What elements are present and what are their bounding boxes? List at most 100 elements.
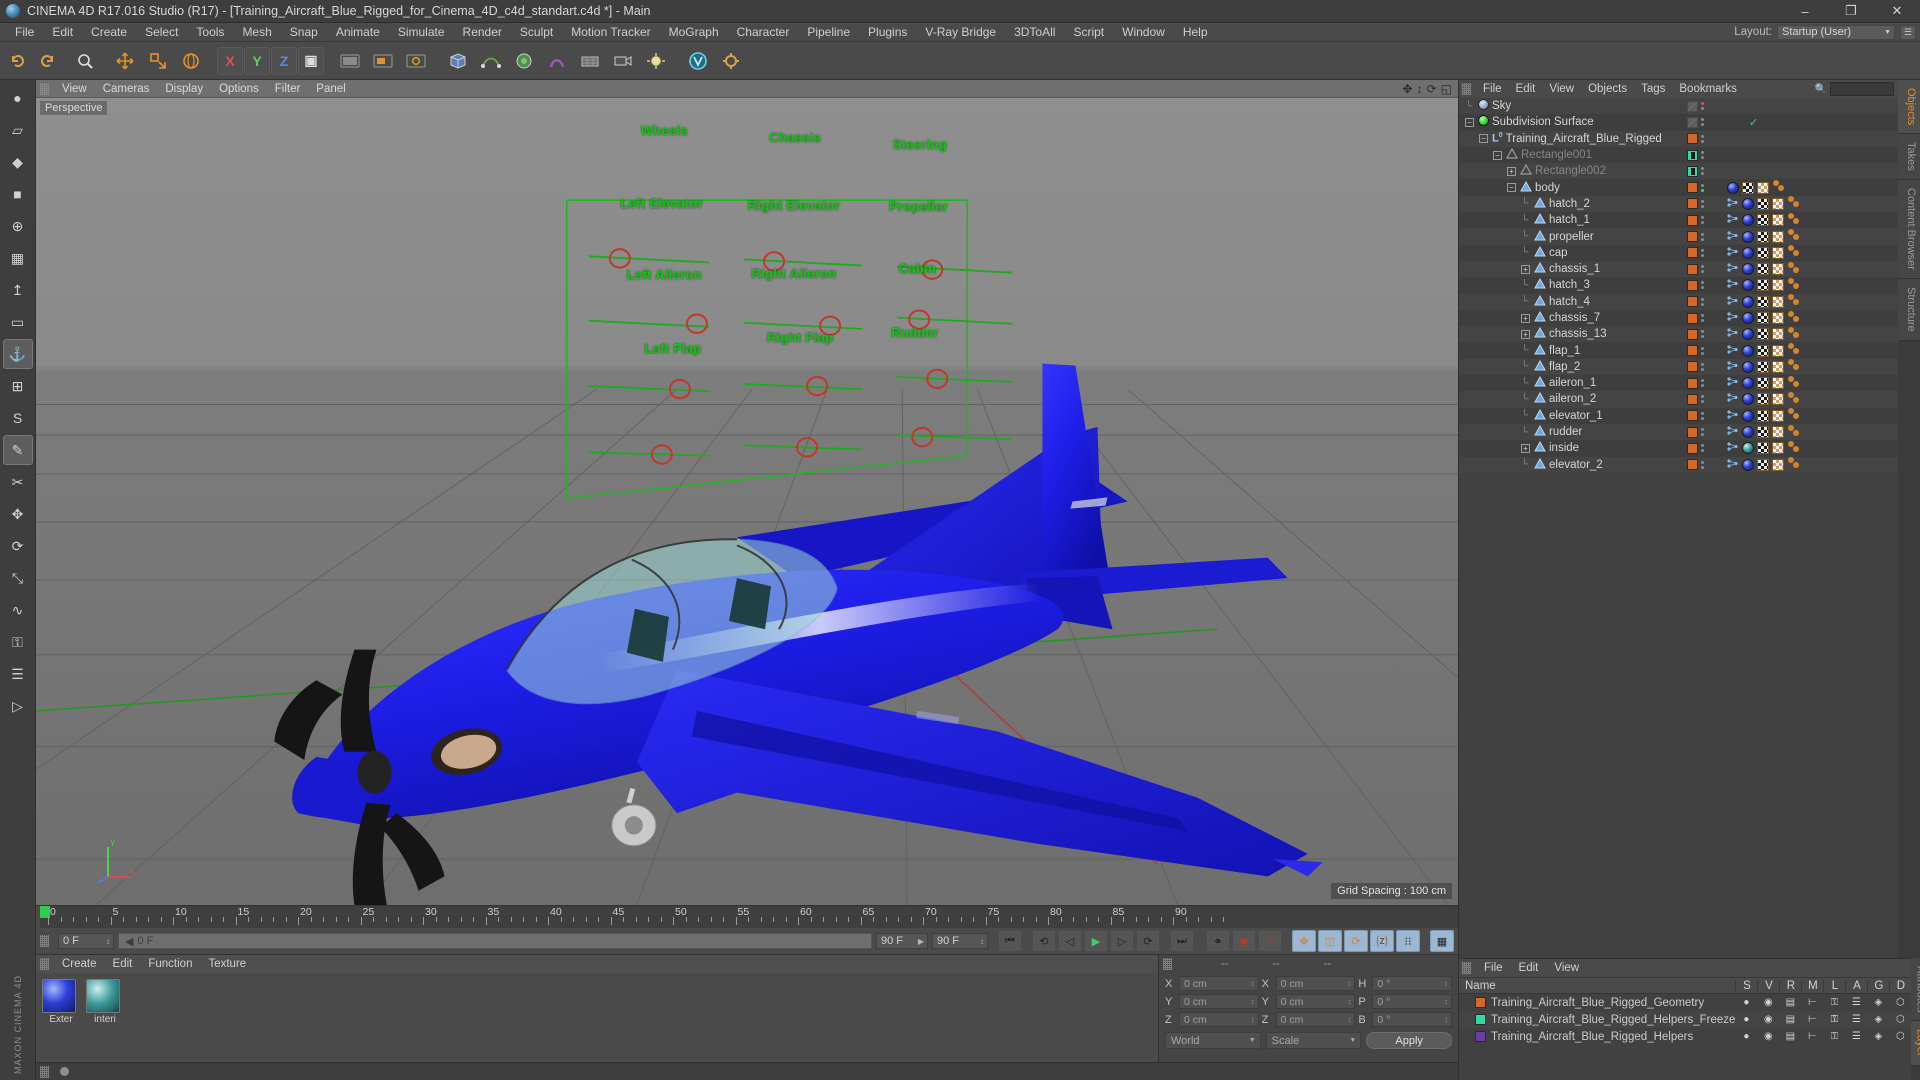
material-menu-texture[interactable]: Texture — [200, 958, 254, 970]
visibility-dots[interactable] — [1701, 102, 1704, 111]
texture-tag-icon[interactable] — [1772, 328, 1784, 341]
material-tag-icon[interactable] — [1742, 279, 1754, 292]
object-tag-group[interactable] — [1687, 149, 1704, 161]
panel-grip-icon[interactable] — [40, 1065, 49, 1078]
coordinate-space-dropdown[interactable]: World ▼ — [1165, 1032, 1261, 1049]
spinner-icon[interactable]: ↕ — [1444, 979, 1448, 988]
menu-item-script[interactable]: Script — [1064, 23, 1113, 42]
texture-tag-icon[interactable] — [1772, 197, 1784, 210]
uvw-tag-icon[interactable] — [1757, 197, 1769, 210]
point-cluster-icon[interactable] — [1727, 458, 1739, 472]
material-tag-icon[interactable] — [1742, 458, 1754, 471]
material-list[interactable]: Exter interi — [36, 973, 1158, 1062]
menu-item-create[interactable]: Create — [82, 23, 136, 42]
uvw-tag-icon[interactable] — [1757, 295, 1769, 308]
object-material-tags[interactable] — [1727, 408, 1801, 423]
selection-tag-icon[interactable] — [1772, 180, 1786, 195]
bend-deformer-button[interactable] — [541, 46, 573, 76]
loop-button[interactable]: ⟳ — [1136, 930, 1160, 952]
layer-toggle-d[interactable]: ⬡ — [1889, 1014, 1911, 1025]
timeline-ruler[interactable]: 0 5 10 15 20 25 30 35 40 45 50 55 60 65 70 75 80 85 90 — [40, 906, 1458, 928]
current-frame-field[interactable]: 0 F ↕ — [58, 933, 114, 949]
selection-tag-icon[interactable] — [1787, 326, 1801, 342]
menu-item-edit[interactable]: Edit — [43, 23, 82, 42]
apply-button[interactable]: Apply — [1366, 1032, 1453, 1049]
size-z-field[interactable]: 0 cm ↕ — [1275, 1012, 1356, 1027]
layer-color-tag[interactable] — [1687, 133, 1698, 145]
om-menu-file[interactable]: File — [1476, 83, 1509, 95]
object-tag-group[interactable] — [1687, 361, 1704, 373]
axis-lock-x[interactable]: X — [217, 46, 243, 75]
material-tag-icon[interactable] — [1742, 230, 1754, 243]
object-material-tags[interactable] — [1727, 391, 1801, 407]
expand-icon[interactable]: + — [1521, 329, 1530, 339]
minimize-button[interactable]: – — [1782, 0, 1828, 23]
layer-toggle-a[interactable]: ☰ — [1845, 1031, 1867, 1042]
viewport-pan-icon[interactable]: ✥ — [1403, 82, 1413, 96]
uvw-tag-icon[interactable] — [1757, 230, 1769, 243]
expand-icon[interactable]: + — [1521, 443, 1530, 453]
material-tag-icon[interactable] — [1742, 393, 1754, 406]
goto-end-button[interactable]: ⏭ — [1170, 930, 1194, 952]
object-row[interactable]: − Subdivision Surface ✓ — [1459, 114, 1898, 131]
spinner-icon[interactable]: ↕ — [1347, 979, 1351, 988]
layer-toggle-s[interactable]: ● — [1735, 1014, 1757, 1025]
panel-grip-icon[interactable] — [40, 82, 49, 95]
tool-snap-settings[interactable]: ⚓ — [2, 339, 33, 369]
object-material-tags[interactable] — [1727, 245, 1801, 260]
texture-tag-icon[interactable] — [1757, 181, 1769, 194]
selection-tag-icon[interactable] — [1787, 440, 1801, 456]
point-cluster-icon[interactable] — [1727, 409, 1739, 423]
object-row[interactable]: └ aileron_2 — [1459, 391, 1898, 408]
uvw-tag-icon[interactable] — [1757, 344, 1769, 357]
layer-toggle-r[interactable]: ▤ — [1779, 1031, 1801, 1042]
collapse-icon[interactable]: − — [1479, 134, 1488, 144]
layout-dropdown[interactable]: Startup (User) ▼ — [1777, 24, 1895, 40]
right-tab-content-browser[interactable]: Content Browser — [1898, 180, 1920, 279]
object-tag-group[interactable] — [1687, 393, 1704, 405]
object-row[interactable]: └ hatch_4 — [1459, 293, 1898, 310]
tool-knife[interactable]: ✂ — [3, 467, 33, 497]
rotation-p-field[interactable]: 0 ° ↕ — [1372, 994, 1453, 1009]
visibility-dots[interactable] — [1701, 428, 1704, 437]
empty-tag-slot[interactable] — [1687, 100, 1698, 112]
tool-model-mode[interactable]: ■ — [3, 179, 33, 209]
point-cluster-icon[interactable] — [1727, 327, 1739, 341]
texture-tag-icon[interactable] — [1772, 360, 1784, 373]
object-tag-group[interactable] — [1687, 247, 1704, 259]
rotation-key-button[interactable]: ⟳ — [1344, 930, 1368, 952]
menu-item-animate[interactable]: Animate — [327, 23, 389, 42]
light-button[interactable] — [640, 46, 672, 76]
object-tag-group[interactable] — [1687, 377, 1704, 389]
object-row[interactable]: └ rudder — [1459, 423, 1898, 441]
tool-layers[interactable]: ☰ — [3, 659, 33, 689]
layer-toggle-m[interactable]: ⊢ — [1801, 997, 1823, 1008]
point-cluster-icon[interactable] — [1727, 441, 1739, 455]
material-tag-icon[interactable] — [1742, 263, 1754, 276]
uvw-tag-icon[interactable] — [1757, 246, 1769, 259]
material-tag-icon[interactable] — [1742, 360, 1754, 373]
object-tag-group[interactable] — [1687, 263, 1704, 275]
material-tag-icon[interactable] — [1742, 377, 1754, 390]
material-tag-icon[interactable] — [1742, 246, 1754, 259]
material-tag-icon[interactable] — [1742, 328, 1754, 341]
goto-start-button[interactable]: ⏮ — [998, 930, 1022, 952]
object-row[interactable]: + Rectangle002 — [1459, 163, 1898, 180]
layer-color-tag[interactable] — [1687, 442, 1698, 454]
menu-item-pipeline[interactable]: Pipeline — [798, 23, 859, 42]
layer-toggle-m[interactable]: ⊢ — [1801, 1031, 1823, 1042]
layer-toggle-r[interactable]: ▤ — [1779, 1014, 1801, 1025]
uvw-tag-icon[interactable] — [1757, 442, 1769, 455]
viewport-maximize-icon[interactable]: ◱ — [1441, 82, 1452, 96]
layer-column-a[interactable]: A — [1845, 979, 1867, 992]
object-material-tags[interactable] — [1727, 294, 1801, 309]
layer-toggle-g[interactable]: ◈ — [1867, 997, 1889, 1008]
lm-menu-file[interactable]: File — [1476, 962, 1511, 974]
layer-toggle-a[interactable]: ☰ — [1845, 1014, 1867, 1025]
material-menu-edit[interactable]: Edit — [105, 958, 141, 970]
material-tag-icon[interactable] — [1742, 312, 1754, 324]
visibility-dots[interactable] — [1701, 395, 1704, 404]
position-y-field[interactable]: 0 cm ↕ — [1179, 994, 1259, 1009]
layer-color-tag[interactable] — [1687, 410, 1698, 422]
selection-tag-icon[interactable] — [1787, 229, 1801, 244]
